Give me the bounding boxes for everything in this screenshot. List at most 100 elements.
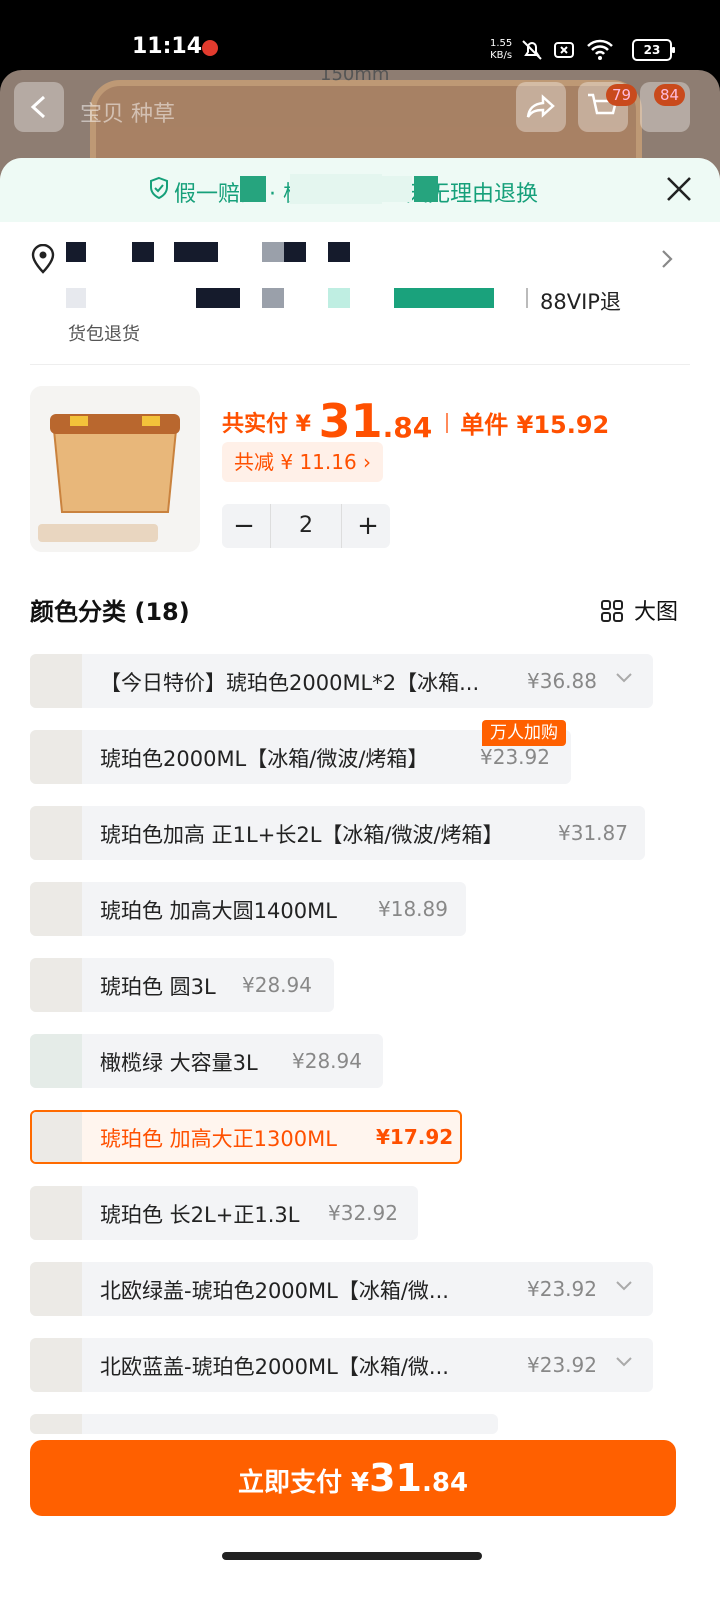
address-cut-text: 货包退货 [68, 324, 140, 345]
big-view-toggle[interactable]: 大图 [600, 594, 678, 626]
redacted-address [262, 288, 284, 308]
notification-icon [202, 40, 218, 56]
option-item-partial[interactable] [30, 1414, 498, 1434]
pay-price-dec: .84 [421, 1468, 469, 1498]
increase-button[interactable]: + [346, 504, 390, 548]
sim-off-icon [554, 42, 574, 58]
pay-now-button[interactable]: 立即支付 ¥31.84 [30, 1440, 676, 1516]
hot-tag: 万人加购 [482, 720, 566, 746]
shield-check-icon [150, 176, 168, 200]
status-time: 11:14 [132, 34, 203, 59]
vip-return-text: 88VIP退 [540, 290, 621, 314]
guarantee-banner: 假一赔四 · 极速退款 · 7天无理由退换 [0, 158, 720, 222]
section-title: 颜色分类 (18) [30, 598, 190, 626]
option-thumbnail [30, 1186, 82, 1240]
back-button[interactable] [14, 82, 64, 132]
option-thumbnail [30, 730, 82, 784]
option-price: ¥32.92 [328, 1201, 398, 1225]
option-thumbnail [30, 958, 82, 1012]
chevron-down-icon[interactable] [615, 672, 633, 684]
option-price: ¥23.92 [527, 1277, 597, 1301]
chevron-down-icon[interactable] [615, 1356, 633, 1368]
pay-label: 立即支付 ¥ [237, 1468, 370, 1498]
divider [30, 364, 690, 365]
mute-icon [522, 40, 542, 60]
option-price: ¥28.94 [242, 973, 312, 997]
total-price-dec: .84 [382, 411, 433, 444]
option-price: ¥18.89 [378, 897, 448, 921]
redacted-address [262, 242, 284, 262]
option-name: 北欧绿盖-琥珀色2000ML【冰箱/微... [100, 1279, 449, 1303]
network-speed: 1.55 KB/s [490, 38, 512, 62]
option-name: 琥珀色 加高大圆1400ML [100, 899, 337, 923]
redaction-block [414, 176, 438, 202]
option-price: ¥23.92 [480, 745, 550, 769]
option-price: ¥28.94 [292, 1049, 362, 1073]
back-icon [30, 95, 46, 119]
option-thumbnail [30, 882, 82, 936]
option-item[interactable]: 【今日特价】琥珀色2000ML*2【冰箱... ¥36.88 [30, 654, 653, 708]
option-item[interactable]: 橄榄绿 大容量3L ¥28.94 [30, 1034, 383, 1088]
discount-badge[interactable]: 共减 ¥ 11.16 › [222, 442, 384, 482]
option-name: 琥珀色 加高大正1300ML [100, 1127, 337, 1151]
option-item[interactable]: 北欧绿盖-琥珀色2000ML【冰箱/微... ¥23.92 [30, 1262, 653, 1316]
option-thumbnail [30, 1338, 82, 1392]
redacted-address [174, 242, 218, 262]
redacted-address [132, 242, 154, 262]
option-item[interactable]: 琥珀色加高 正1L+长2L【冰箱/微波/烤箱】 ¥31.87 [30, 806, 645, 860]
option-thumbnail [30, 654, 82, 708]
close-icon[interactable] [664, 174, 694, 204]
option-price: ¥23.92 [527, 1353, 597, 1377]
grid-icon [601, 600, 623, 622]
redacted-address [328, 242, 350, 262]
chevron-down-icon[interactable] [615, 1280, 633, 1292]
share-icon [526, 94, 555, 118]
redacted-address [196, 288, 240, 308]
product-thumbnail[interactable] [30, 386, 200, 552]
sku-sheet: 假一赔四 · 极速退款 · 7天无理由退换 88VIP退 货包退货 [0, 158, 720, 1570]
redacted-address [394, 288, 494, 308]
option-thumbnail [30, 1262, 82, 1316]
option-name: 北欧蓝盖-琥珀色2000ML【冰箱/微... [100, 1355, 449, 1379]
option-thumbnail [30, 1034, 82, 1088]
option-item[interactable]: 琥珀色 长2L+正1.3L ¥32.92 [30, 1186, 418, 1240]
total-price-label: 共实付 ¥ [222, 412, 319, 437]
home-indicator[interactable] [222, 1552, 482, 1560]
unit-price: 单件 ¥15.92 [460, 411, 610, 439]
vip-separator [526, 288, 528, 308]
option-name: 橄榄绿 大容量3L [100, 1051, 258, 1075]
option-name: 琥珀色2000ML【冰箱/微波/烤箱】 [100, 747, 429, 771]
option-item[interactable]: 琥珀色 加高大圆1400ML ¥18.89 [30, 882, 466, 936]
option-item[interactable]: 北欧蓝盖-琥珀色2000ML【冰箱/微... ¥23.92 [30, 1338, 653, 1392]
redaction-block [382, 176, 412, 202]
speed-value: 1.55 [490, 38, 513, 49]
redacted-address [328, 288, 350, 308]
redacted-address [66, 288, 86, 308]
option-item[interactable]: 琥珀色 圆3L ¥28.94 [30, 958, 334, 1012]
option-thumbnail [30, 1414, 82, 1434]
option-name: 琥珀色 圆3L [100, 975, 216, 999]
message-badge: 84 [654, 84, 686, 106]
redaction-block [240, 176, 266, 202]
quantity-value[interactable]: 2 [270, 504, 342, 548]
big-view-label: 大图 [634, 600, 679, 625]
quantity-stepper: − 2 + [222, 504, 390, 548]
option-price: ¥17.92 [376, 1125, 454, 1149]
total-price-int: 31 [318, 394, 383, 448]
battery-icon: 23 [632, 39, 675, 61]
status-bar: 11:14 1.55 KB/s 23 [0, 0, 720, 70]
background-tabs: 宝贝 种草 [80, 102, 175, 127]
share-button[interactable] [516, 82, 566, 132]
redacted-address [66, 242, 86, 262]
option-name: 琥珀色 长2L+正1.3L [100, 1203, 300, 1227]
navigation-bar [0, 1540, 720, 1600]
option-name: 【今日特价】琥珀色2000ML*2【冰箱... [100, 671, 480, 695]
cart-badge: 79 [606, 84, 638, 106]
speed-unit: KB/s [490, 50, 513, 61]
background-ruler-text: 150mm [320, 70, 390, 85]
total-price: 共实付 ¥ 31.84 单件 ¥15.92 [222, 394, 609, 448]
option-item-selected[interactable]: 琥珀色 加高大正1300ML ¥17.92 [30, 1110, 462, 1164]
redacted-address [284, 242, 306, 262]
wifi-icon [587, 39, 613, 60]
decrease-button[interactable]: − [222, 504, 266, 548]
